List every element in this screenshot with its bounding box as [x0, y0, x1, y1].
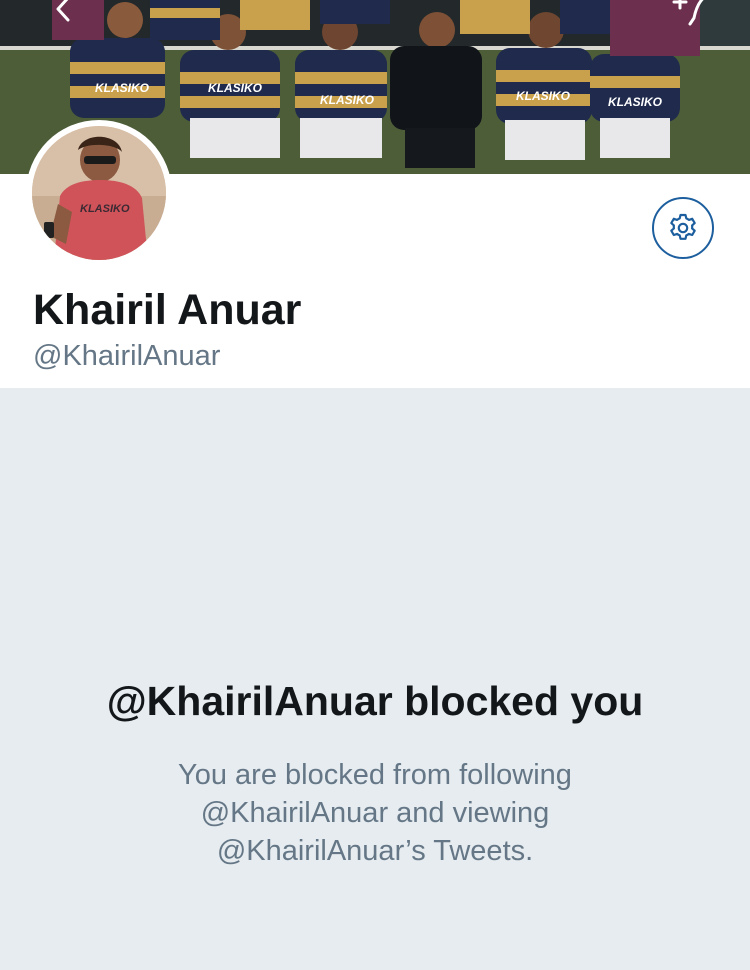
profile-display-name: Khairil Anuar [33, 286, 302, 334]
svg-text:KLASIKO: KLASIKO [516, 89, 571, 103]
profile-screen: KLASIKO KLASIKO KLASIKO KLASIKO KLASIKO [0, 0, 750, 970]
compose-button[interactable] [670, 0, 710, 26]
gear-icon [670, 213, 696, 240]
jersey-text: KLASIKO [95, 81, 150, 95]
svg-text:KLASIKO: KLASIKO [320, 93, 375, 107]
back-button[interactable] [48, 0, 78, 24]
settings-button[interactable] [652, 197, 714, 259]
svg-text:KLASIKO: KLASIKO [608, 95, 663, 109]
blocked-description-line: @KhairilAnuar’s Tweets. [216, 835, 534, 867]
svg-text:KLASIKO: KLASIKO [208, 81, 263, 95]
avatar-photo: KLASIKO [32, 126, 166, 260]
chevron-left-icon [56, 0, 70, 22]
blocked-title: @KhairilAnuar blocked you [106, 678, 644, 724]
profile-handle: @KhairilAnuar [33, 340, 221, 372]
avatar-shirt-text: KLASIKO [80, 203, 130, 215]
avatar[interactable]: KLASIKO [26, 120, 172, 266]
compose-tweet-icon [672, 0, 704, 26]
blocked-description-line: You are blocked from following [178, 759, 572, 791]
blocked-description-line: @KhairilAnuar and viewing [200, 797, 550, 829]
blocked-description: You are blocked from following @KhairilA… [100, 756, 650, 870]
